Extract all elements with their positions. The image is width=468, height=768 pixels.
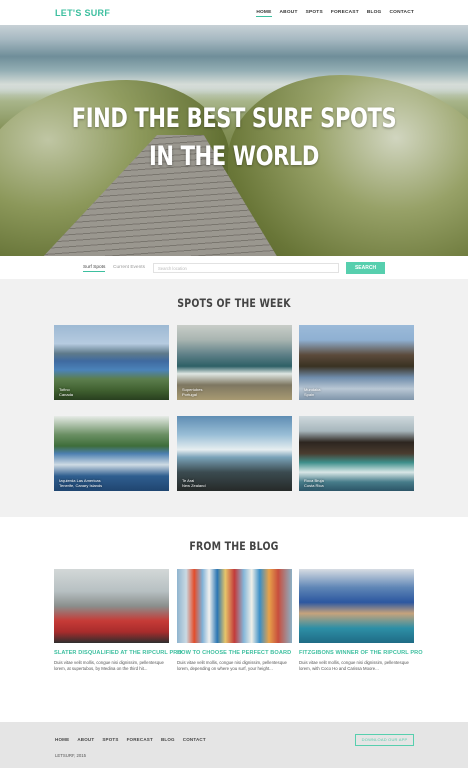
main-nav: HOME ABOUT SPOTS FORECAST BLOG CONTACT (256, 10, 414, 17)
spot-place: Tenerife, Canary Islands (59, 483, 103, 488)
blog-post-image[interactable] (177, 569, 292, 643)
footer-nav-contact[interactable]: CONTACT (183, 737, 206, 742)
spot-label: Roca Bruja Costa Rica (304, 478, 324, 488)
tab-surf-spots[interactable]: Surf Spots (83, 265, 106, 272)
spot-label: Izquierda Las Americas Tenerife, Canary … (59, 478, 102, 488)
search-bar: Surf Spots Current Events Search locatio… (0, 256, 468, 279)
spots-title: SPOTS OF THE WEEK (177, 296, 291, 310)
blog-post-title[interactable]: SLATER DISQUALIFIED AT THE RIPCURL PRO (54, 650, 182, 656)
footer-nav-about[interactable]: ABOUT (77, 737, 94, 742)
hero-banner: FIND THE BEST SURF SPOTS IN THE WORLD (0, 25, 468, 256)
spot-label: Supertubes Portugal (182, 387, 202, 397)
footer-nav: HOME ABOUT SPOTS FORECAST BLOG CONTACT (55, 737, 206, 742)
blog-post: HOW TO CHOOSE THE PERFECT BOARD Duis vit… (177, 569, 292, 672)
site-logo[interactable]: LET'S SURF (55, 8, 110, 18)
hero-title-line-2: IN THE WORLD (148, 141, 320, 172)
spot-place: Costa Rica (304, 483, 324, 488)
nav-spots[interactable]: SPOTS (306, 10, 323, 17)
spot-card[interactable]: Supertubes Portugal (177, 325, 292, 400)
spot-card[interactable]: Mundaka Spain (299, 325, 414, 400)
spot-card[interactable]: Tofino Canada (54, 325, 169, 400)
spot-card[interactable]: Roca Bruja Costa Rica (299, 416, 414, 491)
blog-post-title[interactable]: FITZGIBONS WINNER OF THE RIPCURL PRO (299, 650, 423, 656)
search-button[interactable]: SEARCH (346, 262, 385, 274)
tab-current-events[interactable]: Current Events (113, 265, 145, 270)
blog-post-image[interactable] (54, 569, 169, 643)
footer-nav-blog[interactable]: BLOG (161, 737, 175, 742)
blog-section: FROM THE BLOG SLATER DISQUALIFIED AT THE… (0, 517, 468, 722)
hero-title-line-1: FIND THE BEST SURF SPOTS (71, 103, 397, 134)
spot-card[interactable]: Te Arai New Zealand (177, 416, 292, 491)
spot-label: Te Arai New Zealand (182, 478, 206, 488)
spot-place: Canada (59, 392, 74, 397)
blog-post-title[interactable]: HOW TO CHOOSE THE PERFECT BOARD (177, 650, 292, 656)
blog-post-image[interactable] (299, 569, 414, 643)
spot-label: Tofino Canada (59, 387, 73, 397)
site-header: LET'S SURF HOME ABOUT SPOTS FORECAST BLO… (0, 0, 468, 25)
spot-place: Portugal (182, 392, 197, 397)
blog-post-excerpt: Duis vitae velit mollis, congue nisi dig… (54, 660, 164, 672)
nav-contact[interactable]: CONTACT (390, 10, 415, 17)
blog-post: FITZGIBONS WINNER OF THE RIPCURL PRO Dui… (299, 569, 423, 672)
spots-section: SPOTS OF THE WEEK Tofino Canada Supertub… (0, 279, 468, 517)
footer-nav-spots[interactable]: SPOTS (102, 737, 118, 742)
footer-nav-forecast[interactable]: FORECAST (127, 737, 153, 742)
blog-post: SLATER DISQUALIFIED AT THE RIPCURL PRO D… (54, 569, 182, 672)
blog-post-excerpt: Duis vitae velit mollis, congue nisi dig… (177, 660, 287, 672)
nav-blog[interactable]: BLOG (367, 10, 382, 17)
copyright-text: LETSURF, 2015 (55, 753, 87, 758)
nav-home[interactable]: HOME (256, 10, 272, 17)
spot-place: New Zealand (182, 483, 206, 488)
spot-card[interactable]: Izquierda Las Americas Tenerife, Canary … (54, 416, 169, 491)
site-footer: HOME ABOUT SPOTS FORECAST BLOG CONTACT L… (0, 722, 468, 768)
search-input[interactable]: Search location (153, 263, 339, 273)
blog-post-excerpt: Duis vitae velit mollis, congue nisi dig… (299, 660, 409, 672)
spot-label: Mundaka Spain (304, 387, 320, 397)
download-app-button[interactable]: DOWNLOAD OUR APP (355, 734, 414, 746)
nav-about[interactable]: ABOUT (280, 10, 298, 17)
footer-nav-home[interactable]: HOME (55, 737, 69, 742)
spot-place: Spain (304, 392, 315, 397)
nav-forecast[interactable]: FORECAST (331, 10, 359, 17)
hero-title: FIND THE BEST SURF SPOTS IN THE WORLD (51, 100, 416, 176)
blog-title: FROM THE BLOG (189, 539, 279, 553)
